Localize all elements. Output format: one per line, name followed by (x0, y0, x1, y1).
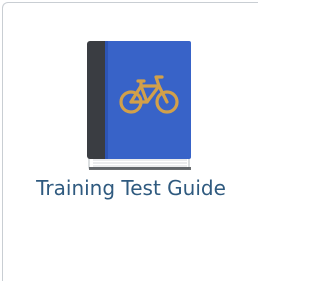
tile-label: Training Test Guide (36, 176, 226, 200)
training-test-guide-tile[interactable]: Training Test Guide (2, 2, 258, 281)
bicycle-book-icon (87, 41, 192, 171)
